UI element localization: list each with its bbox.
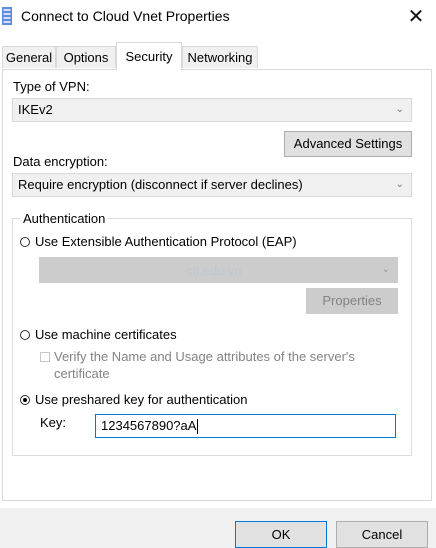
ok-button[interactable]: OK (235, 521, 327, 548)
verify-name-usage-checkbox (40, 352, 50, 362)
watermark: ctl.edu.vn (186, 263, 242, 278)
verify-name-usage-label-line2: certificate (54, 366, 110, 381)
tab-options[interactable]: Options (56, 46, 116, 68)
tab-networking[interactable]: Networking (182, 46, 258, 68)
verify-name-usage-label: Verify the Name and Usage attributes of … (54, 349, 355, 364)
eap-radio-label[interactable]: Use Extensible Authentication Protocol (… (35, 234, 297, 249)
vpn-type-value: IKEv2 (18, 102, 53, 117)
tab-security[interactable]: Security (116, 42, 182, 70)
tab-general[interactable]: General (2, 46, 56, 68)
preshared-key-input[interactable]: 1234567890?aA (95, 414, 396, 438)
vpn-type-select[interactable]: IKEv2 ⌄ (12, 98, 412, 122)
chevron-down-icon: ⌄ (395, 179, 404, 190)
data-encryption-value: Require encryption (disconnect if server… (18, 177, 303, 192)
chevron-down-icon: ⌄ (381, 264, 390, 275)
chevron-down-icon: ⌄ (395, 104, 404, 115)
cancel-button[interactable]: Cancel (336, 521, 428, 548)
text-caret (197, 419, 199, 435)
data-encryption-select[interactable]: Require encryption (disconnect if server… (12, 173, 412, 197)
data-encryption-label: Data encryption: (13, 154, 108, 169)
vpn-document-icon (2, 7, 12, 25)
vpn-type-label: Type of VPN: (13, 79, 90, 94)
machine-certificates-radio[interactable] (20, 330, 30, 340)
eap-radio[interactable] (20, 237, 30, 247)
window-title: Connect to Cloud Vnet Properties (21, 8, 230, 24)
advanced-settings-button[interactable]: Advanced Settings (284, 131, 412, 157)
key-label: Key: (40, 415, 67, 430)
authentication-legend: Authentication (20, 211, 109, 226)
preshared-key-value: 1234567890?aA (101, 418, 197, 433)
preshared-key-label[interactable]: Use preshared key for authentication (35, 392, 247, 407)
close-icon[interactable]: ✕ (402, 4, 430, 30)
preshared-key-radio[interactable] (20, 395, 30, 405)
title-bar: Connect to Cloud Vnet Properties ✕ (0, 0, 436, 34)
eap-properties-button: Properties (306, 288, 398, 314)
machine-certificates-label[interactable]: Use machine certificates (35, 327, 177, 342)
